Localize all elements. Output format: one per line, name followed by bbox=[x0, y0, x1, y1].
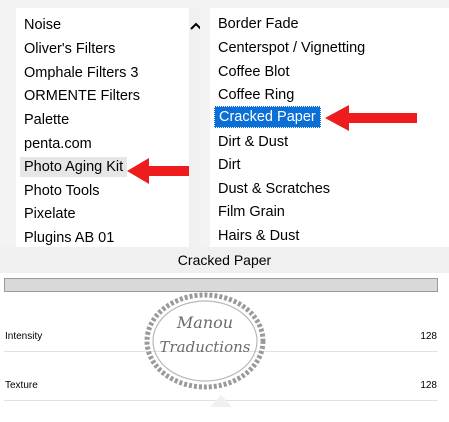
category-item[interactable]: Oliver's Filters bbox=[24, 39, 115, 59]
filter-item-selected[interactable]: Cracked Paper bbox=[214, 106, 321, 128]
watermark-line1: Manou bbox=[176, 313, 233, 332]
slider-pointer-icon bbox=[210, 395, 232, 407]
intensity-label: Intensity bbox=[5, 331, 43, 342]
watermark-line2: Traductions bbox=[160, 338, 251, 356]
texture-label: Texture bbox=[5, 380, 38, 391]
filter-item[interactable]: Film Grain bbox=[218, 202, 285, 222]
category-item[interactable]: Omphale Filters 3 bbox=[24, 63, 138, 83]
chevron-up-icon bbox=[190, 22, 200, 30]
category-item[interactable]: ORMENTE Filters bbox=[24, 86, 140, 106]
filter-item[interactable]: Dirt bbox=[218, 155, 241, 175]
category-item[interactable]: Photo Tools bbox=[24, 181, 100, 201]
category-item[interactable]: Pixelate bbox=[24, 204, 76, 224]
texture-value: 128 bbox=[420, 380, 437, 391]
filter-item[interactable]: Coffee Blot bbox=[218, 62, 289, 82]
red-arrow-icon bbox=[127, 158, 189, 184]
filter-item[interactable]: Dust & Scratches bbox=[218, 179, 330, 199]
filter-title: Cracked Paper bbox=[177, 252, 272, 268]
filter-item[interactable]: Hairs & Dust bbox=[218, 226, 299, 246]
category-item[interactable]: penta.com bbox=[24, 134, 92, 154]
category-list[interactable]: Noise Oliver's Filters Omphale Filters 3… bbox=[16, 8, 200, 247]
filter-header: Cracked Paper bbox=[0, 247, 449, 273]
category-item[interactable]: Noise bbox=[24, 15, 61, 35]
red-arrow-icon bbox=[325, 105, 417, 131]
category-item[interactable]: Plugins AB 01 bbox=[24, 228, 114, 247]
category-item-selected[interactable]: Photo Aging Kit bbox=[20, 157, 128, 177]
category-item[interactable]: Palette bbox=[24, 110, 69, 130]
filter-item[interactable]: Border Fade bbox=[218, 14, 299, 34]
manou-traductions-watermark: Manou Traductions bbox=[144, 292, 266, 390]
filter-item[interactable]: Dirt & Dust bbox=[218, 132, 288, 152]
category-list-scrollbar[interactable] bbox=[189, 8, 200, 247]
filter-item[interactable]: Centerspot / Vignetting bbox=[218, 38, 365, 58]
scroll-up-button[interactable] bbox=[183, 16, 200, 36]
intensity-value: 128 bbox=[420, 331, 437, 342]
filter-item[interactable]: Coffee Ring bbox=[218, 85, 294, 105]
